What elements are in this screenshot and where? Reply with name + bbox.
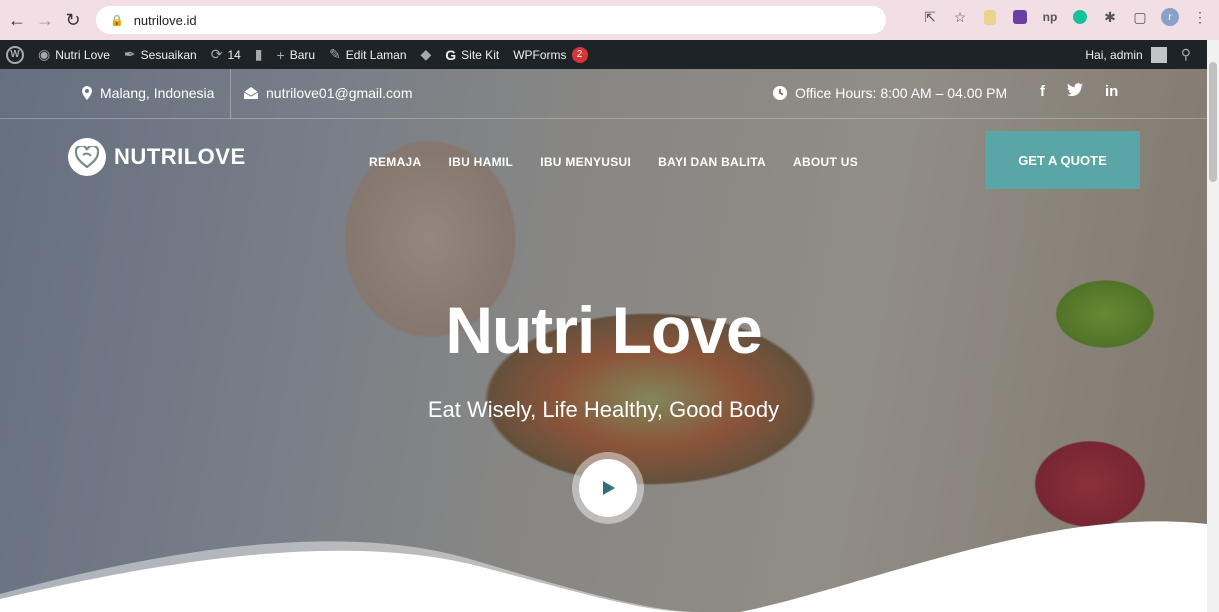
heart-logo-icon bbox=[68, 138, 106, 176]
admin-bar-wpforms[interactable]: WPForms 2 bbox=[513, 46, 588, 63]
page-scrollbar[interactable] bbox=[1207, 40, 1219, 612]
bookmark-star-icon[interactable]: ☆ bbox=[951, 8, 969, 26]
wpforms-badge: 2 bbox=[571, 46, 588, 63]
comment-icon: ▮ bbox=[254, 46, 263, 62]
email-info[interactable]: nutrilove01@gmail.com bbox=[244, 85, 413, 101]
forward-icon[interactable]: → bbox=[34, 9, 56, 31]
menu-item-ibu-menyusui[interactable]: IBU MENYUSUI bbox=[540, 155, 631, 169]
pocket-extension-icon[interactable] bbox=[1011, 8, 1029, 26]
email-text: nutrilove01@gmail.com bbox=[266, 85, 413, 101]
new-label: Baru bbox=[289, 47, 316, 62]
hero-bottom-wave bbox=[0, 521, 1207, 612]
diamond-icon: ◆ bbox=[420, 46, 432, 62]
google-g-icon: G bbox=[445, 46, 457, 63]
np-extension-icon[interactable]: np bbox=[1041, 8, 1059, 26]
twitter-icon[interactable] bbox=[1067, 83, 1083, 101]
scrollbar-thumb[interactable] bbox=[1209, 62, 1217, 182]
wp-admin-bar: W ◉ Nutri Love ✒ Sesuaikan ⟳ 14 ▮ + Baru… bbox=[0, 40, 1207, 69]
clock-icon bbox=[773, 86, 787, 100]
office-hours-info: Office Hours: 8:00 AM – 04.00 PM bbox=[773, 85, 1007, 101]
plus-icon: + bbox=[276, 46, 285, 63]
admin-bar-updates[interactable]: ⟳ 14 bbox=[211, 46, 241, 63]
location-text: Malang, Indonesia bbox=[100, 85, 215, 101]
url-text: nutrilove.id bbox=[133, 12, 197, 28]
site-kit-label: Site Kit bbox=[461, 47, 500, 62]
brush-icon: ✒ bbox=[123, 46, 136, 62]
admin-bar-site-kit[interactable]: G Site Kit bbox=[445, 47, 499, 63]
envelope-icon bbox=[244, 87, 258, 99]
edit-page-label: Edit Laman bbox=[345, 47, 407, 62]
menu-item-bayi-dan-balita[interactable]: BAYI DAN BALITA bbox=[658, 155, 766, 169]
facebook-icon[interactable]: f bbox=[1040, 83, 1045, 101]
grammarly-extension-icon[interactable] bbox=[1071, 8, 1089, 26]
top-info-bar: Malang, Indonesia nutrilove01@gmail.com … bbox=[0, 69, 1207, 119]
top-info-divider bbox=[230, 69, 231, 119]
search-icon[interactable]: ⚲ bbox=[1181, 46, 1191, 63]
updates-icon: ⟳ bbox=[210, 46, 223, 62]
admin-bar-new[interactable]: + Baru bbox=[277, 47, 316, 63]
hero-subtitle: Eat Wisely, Life Healthy, Good Body bbox=[427, 397, 780, 422]
site-logo[interactable]: NUTRILOVE bbox=[68, 138, 246, 176]
office-hours-text: Office Hours: 8:00 AM – 04.00 PM bbox=[795, 85, 1008, 101]
browser-menu-icon[interactable]: ⋮ bbox=[1191, 8, 1209, 26]
extensions-puzzle-icon[interactable]: ✱ bbox=[1101, 8, 1119, 26]
pencil-icon: ✎ bbox=[329, 46, 341, 62]
linkedin-icon[interactable]: in bbox=[1105, 83, 1118, 101]
menu-item-remaja[interactable]: REMAJA bbox=[369, 155, 421, 169]
admin-avatar[interactable] bbox=[1150, 46, 1167, 63]
hero-title: Nutri Love bbox=[445, 293, 762, 367]
dashboard-icon: ◉ bbox=[38, 46, 51, 62]
play-icon bbox=[603, 481, 615, 495]
notes-extension-icon[interactable] bbox=[981, 8, 999, 26]
site-name: Nutri Love bbox=[55, 47, 110, 62]
social-links: f in bbox=[1040, 83, 1118, 101]
profile-avatar[interactable]: r bbox=[1161, 8, 1179, 26]
back-icon[interactable]: ← bbox=[6, 9, 28, 31]
updates-count: 14 bbox=[227, 47, 241, 62]
admin-greeting[interactable]: Hai, admin bbox=[1085, 48, 1142, 62]
browser-toolbar: ← → ↻ 🔒 nutrilove.id ⇱ ☆ np ✱ ▢ r ⋮ bbox=[0, 0, 1219, 40]
main-menu: REMAJA IBU HAMIL IBU MENYUSUI BAYI DAN B… bbox=[369, 155, 858, 169]
share-icon[interactable]: ⇱ bbox=[921, 8, 939, 26]
menu-item-ibu-hamil[interactable]: IBU HAMIL bbox=[448, 155, 513, 169]
get-a-quote-button[interactable]: GET A QUOTE bbox=[985, 131, 1140, 189]
map-pin-icon bbox=[82, 86, 92, 100]
admin-bar-comments[interactable]: ▮ bbox=[255, 46, 263, 63]
admin-bar-diamond[interactable]: ◆ bbox=[421, 46, 432, 63]
hero-section: Malang, Indonesia nutrilove01@gmail.com … bbox=[0, 69, 1207, 612]
admin-bar-site[interactable]: ◉ Nutri Love bbox=[38, 46, 110, 63]
customize-label: Sesuaikan bbox=[140, 47, 197, 62]
menu-item-about-us[interactable]: ABOUT US bbox=[793, 155, 858, 169]
logo-text: NUTRILOVE bbox=[114, 144, 246, 169]
admin-bar-customize[interactable]: ✒ Sesuaikan bbox=[124, 46, 197, 63]
address-bar[interactable]: 🔒 nutrilove.id bbox=[96, 6, 886, 34]
side-panel-icon[interactable]: ▢ bbox=[1131, 8, 1149, 26]
location-info: Malang, Indonesia bbox=[82, 85, 214, 101]
wordpress-logo-icon[interactable]: W bbox=[6, 45, 24, 64]
lock-icon: 🔒 bbox=[110, 14, 124, 27]
wpforms-label: WPForms bbox=[513, 47, 567, 62]
reload-icon[interactable]: ↻ bbox=[62, 9, 84, 31]
admin-bar-edit-page[interactable]: ✎ Edit Laman bbox=[329, 46, 406, 63]
